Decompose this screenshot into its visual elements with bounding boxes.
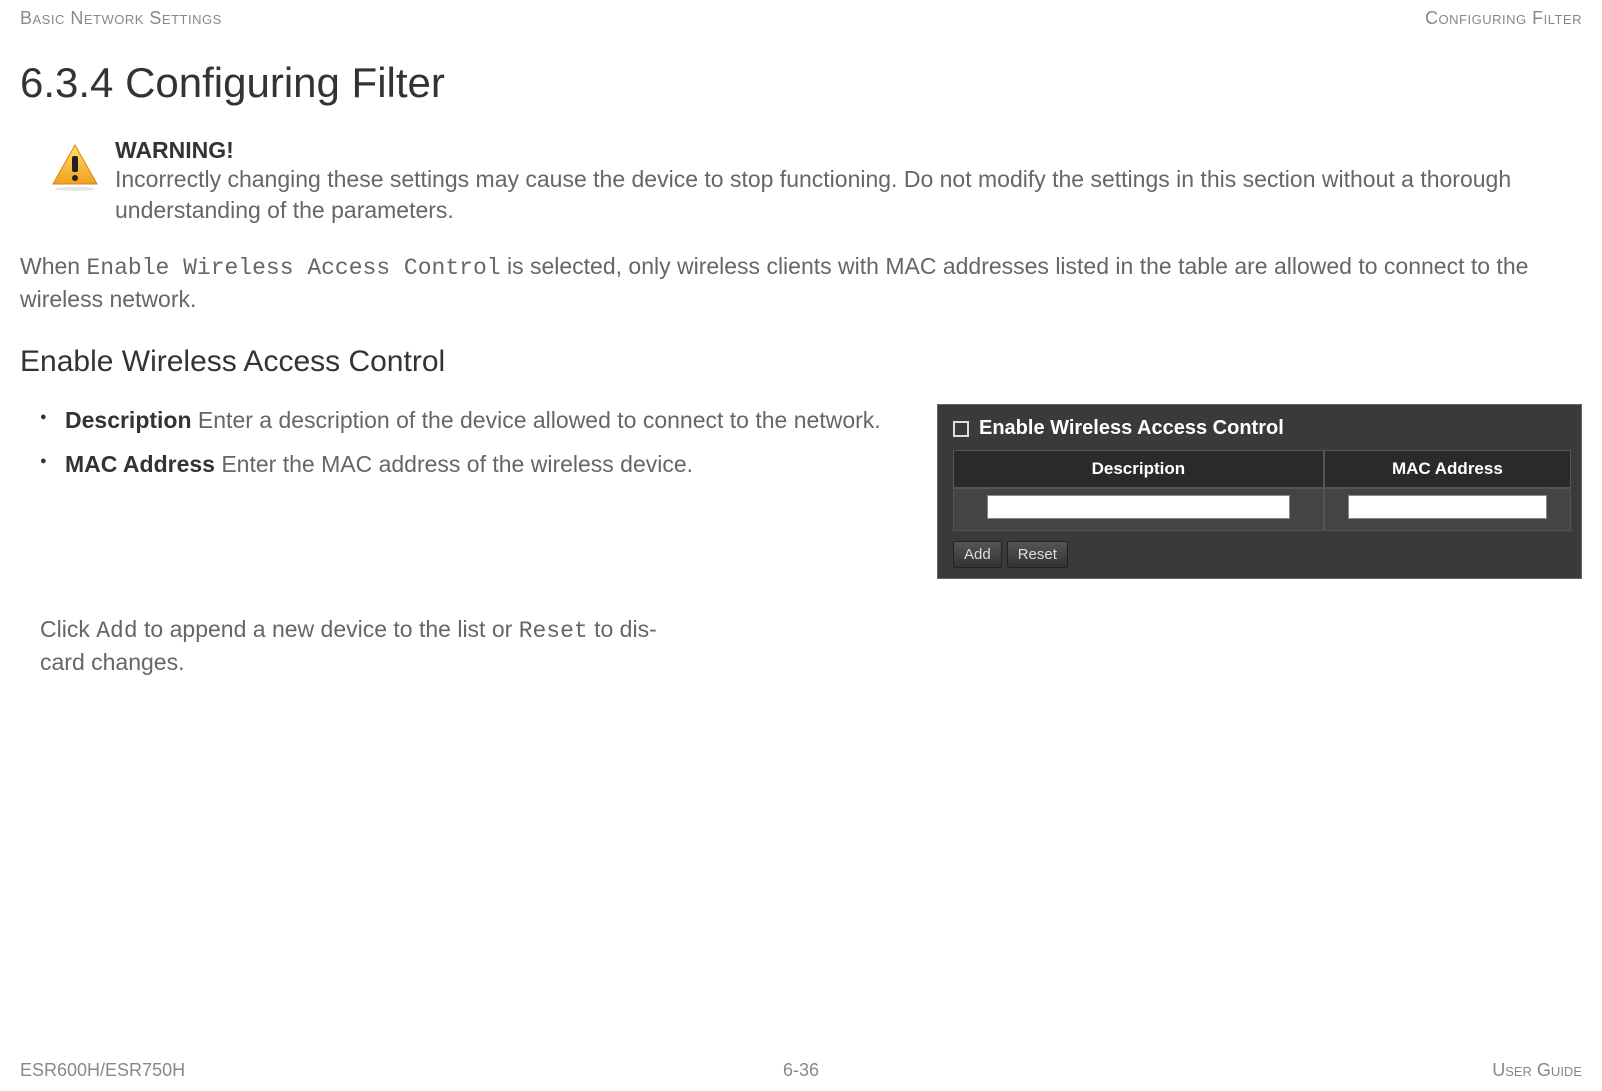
ct-m1: Add [96, 618, 137, 644]
section-title: Enable Wireless Access Control [0, 315, 1602, 394]
mac-address-input[interactable] [1348, 495, 1546, 519]
ct-m2: Reset [519, 618, 588, 644]
description-input[interactable] [987, 495, 1290, 519]
footer-model: ESR600H/ESR750H [20, 1060, 185, 1081]
footer-page: 6-36 [783, 1060, 819, 1081]
enable-access-control-checkbox[interactable] [953, 421, 969, 437]
intro-prefix: When [20, 253, 86, 279]
click-paragraph: Click Add to append a new device to the … [0, 579, 720, 678]
list-item: MAC Address Enter the MAC address of the… [50, 448, 907, 480]
bullet-desc: Enter the MAC address of the wireless de… [215, 451, 693, 477]
bullet-desc: Enter a description of the device allowe… [192, 407, 881, 433]
col-description: Description [953, 450, 1324, 488]
header-right: Configuring Filter [1425, 8, 1582, 29]
add-button[interactable]: Add [953, 541, 1002, 568]
warning-block: WARNING! Incorrectly changing these sett… [0, 127, 1602, 236]
warning-icon [50, 142, 100, 192]
intro-paragraph: When Enable Wireless Access Control is s… [0, 236, 1602, 315]
header-left: Basic Network Settings [20, 8, 222, 29]
bullet-list: Description Enter a description of the d… [20, 404, 907, 492]
ct-p2: to append a new device to the list or [138, 616, 519, 642]
bullet-term: Description [65, 407, 192, 433]
page-title: 6.3.4 Configuring Filter [0, 29, 1602, 127]
reset-button[interactable]: Reset [1007, 541, 1068, 568]
list-item: Description Enter a description of the d… [50, 404, 907, 436]
ui-screenshot: Enable Wireless Access Control Descripti… [937, 404, 1582, 579]
warning-body: Incorrectly changing these settings may … [115, 166, 1511, 223]
col-mac-address: MAC Address [1324, 450, 1571, 488]
enable-access-control-label: Enable Wireless Access Control [979, 417, 1284, 440]
access-control-table: Description MAC Address [953, 450, 1571, 531]
intro-mono: Enable Wireless Access Control [86, 255, 500, 281]
bullet-term: MAC Address [65, 451, 215, 477]
warning-label: WARNING! [115, 137, 1582, 164]
ct-p1: Click [40, 616, 96, 642]
footer-guide: User Guide [1492, 1060, 1582, 1081]
